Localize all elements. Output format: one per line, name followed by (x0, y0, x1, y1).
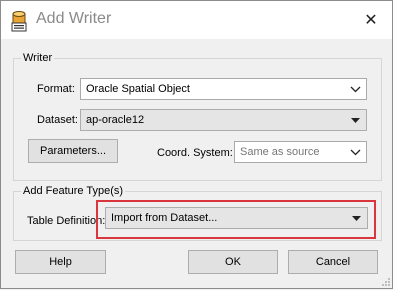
format-value: Oracle Spatial Object (86, 83, 190, 95)
feature-type-group-label: Add Feature Type(s) (21, 185, 126, 197)
help-button[interactable]: Help (15, 250, 106, 274)
dataset-select[interactable]: ap-oracle12 (80, 109, 367, 131)
coord-system-value: Same as source (240, 146, 320, 158)
resize-grip-icon[interactable] (381, 277, 391, 290)
parameters-button[interactable]: Parameters... (28, 139, 118, 163)
table-definition-label: Table Definition: (27, 215, 106, 227)
title-bar: Add Writer ✕ (1, 1, 392, 39)
database-writer-icon (10, 10, 28, 32)
coord-system-select[interactable]: Same as source (234, 141, 367, 163)
cancel-button[interactable]: Cancel (288, 250, 378, 274)
coord-system-label: Coord. System: (157, 147, 233, 159)
ok-button[interactable]: OK (188, 250, 278, 274)
chevron-down-icon (344, 79, 366, 99)
dataset-value: ap-oracle12 (86, 114, 145, 126)
dataset-label: Dataset: (37, 114, 78, 126)
close-icon[interactable]: ✕ (357, 7, 385, 33)
dropdown-arrow-icon (344, 110, 366, 130)
highlight-box (96, 200, 376, 239)
format-select[interactable]: Oracle Spatial Object (80, 78, 367, 100)
window-title: Add Writer (36, 10, 112, 27)
chevron-down-icon (344, 142, 366, 162)
writer-group-label: Writer (21, 52, 55, 64)
format-label: Format: (37, 83, 75, 95)
add-writer-dialog: Add Writer ✕ Writer Format: Oracle Spati… (0, 0, 393, 289)
